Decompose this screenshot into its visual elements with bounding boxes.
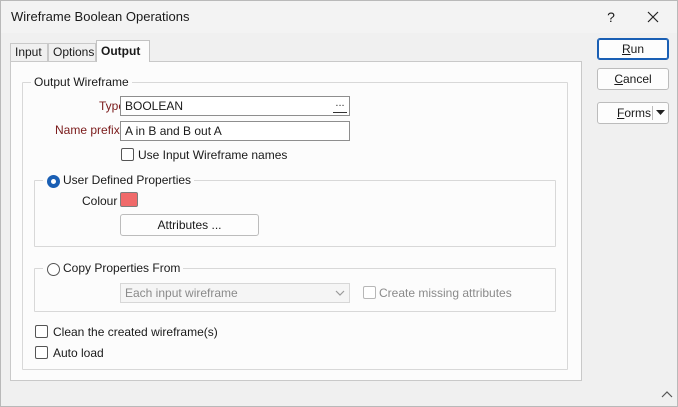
copy-source-select[interactable]: Each input wireframe (120, 283, 350, 303)
chevron-up-icon[interactable] (661, 390, 673, 398)
user-defined-radio[interactable] (47, 175, 60, 188)
tab-input[interactable]: Input (10, 43, 48, 62)
close-button[interactable] (641, 7, 665, 27)
chevron-down-icon (335, 290, 345, 296)
tab-output[interactable]: Output (96, 40, 150, 62)
copy-properties-group: Copy Properties From Each input wirefram… (34, 261, 556, 312)
clean-wireframe-label: Clean the created wireframe(s) (53, 325, 218, 339)
use-input-names-label: Use Input Wireframe names (138, 148, 288, 162)
run-label: Run (621, 42, 645, 56)
help-button[interactable]: ? (599, 7, 623, 27)
type-field[interactable]: BOOLEAN ... (120, 96, 350, 116)
forms-dropdown-icon[interactable] (656, 110, 665, 116)
name-prefix-input[interactable]: A in B and B out A (120, 121, 350, 141)
close-icon (647, 11, 659, 23)
user-defined-legend: User Defined Properties (43, 173, 195, 187)
title-bar: Wireframe Boolean Operations ? (1, 1, 677, 33)
output-wireframe-group: Output Wireframe Type BOOLEAN ... Name p… (22, 75, 568, 370)
forms-divider (652, 106, 653, 120)
output-wireframe-legend: Output Wireframe (31, 75, 132, 89)
copy-properties-legend: Copy Properties From (43, 261, 184, 275)
auto-load-checkbox[interactable] (35, 346, 48, 359)
dialog-window: Wireframe Boolean Operations ? Input Opt… (0, 0, 678, 407)
run-button[interactable]: Run (597, 38, 669, 60)
attributes-button[interactable]: Attributes ... (120, 214, 259, 236)
tab-options[interactable]: Options (48, 43, 96, 62)
cancel-label: Cancel (614, 72, 652, 86)
create-missing-attributes-label: Create missing attributes (379, 286, 512, 300)
tab-panel-output: Output Wireframe Type BOOLEAN ... Name p… (10, 61, 582, 381)
forms-label: Forms (617, 106, 652, 120)
create-missing-attributes-checkbox[interactable] (363, 286, 376, 299)
type-value: BOOLEAN (125, 99, 184, 113)
colour-swatch[interactable] (120, 192, 138, 207)
name-prefix-label: Name prefix (55, 123, 120, 137)
use-input-names-checkbox[interactable] (121, 148, 134, 161)
copy-properties-radio[interactable] (47, 263, 60, 276)
colour-label: Colour (82, 194, 118, 208)
clean-wireframe-checkbox[interactable] (35, 325, 48, 338)
type-browse-button[interactable]: ... (333, 98, 347, 113)
auto-load-label: Auto load (53, 346, 104, 360)
forms-button[interactable]: Forms (597, 102, 669, 124)
copy-properties-label: Copy Properties From (63, 261, 181, 275)
window-title: Wireframe Boolean Operations (11, 9, 190, 24)
copy-source-value: Each input wireframe (125, 286, 238, 300)
user-defined-properties-group: User Defined Properties Colour Attribute… (34, 173, 556, 247)
user-defined-label: User Defined Properties (63, 173, 192, 187)
cancel-button[interactable]: Cancel (597, 68, 669, 90)
